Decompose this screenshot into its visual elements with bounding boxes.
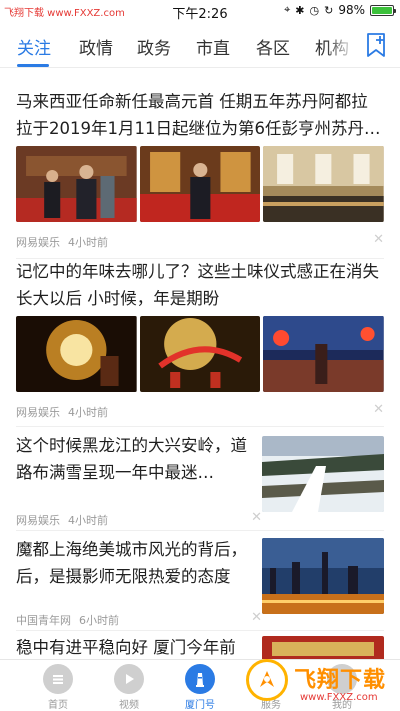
play-icon <box>114 664 144 694</box>
channel-tabs: 关注 政情 政务 市直 各区 机构 <box>0 24 400 68</box>
active-tab-indicator <box>17 64 49 67</box>
article-source: 中国青年网 <box>16 614 71 627</box>
article-image[interactable] <box>16 146 137 222</box>
rotation-lock-icon: ↻ <box>324 3 334 17</box>
article-meta: 中国青年网 6小时前 <box>16 612 119 628</box>
article-title[interactable]: 马来西亚任命新任最高元首 任期五年苏丹阿都拉拉于2019年1月11日起继位为第6… <box>16 88 384 142</box>
article-source: 网易娱乐 <box>16 406 60 419</box>
dismiss-icon[interactable]: ✕ <box>251 610 262 625</box>
tab-guanzhu[interactable]: 关注 <box>17 34 51 59</box>
logo-text: 飞翔下载 <box>294 668 387 693</box>
home-icon <box>43 664 73 694</box>
battery-percent: 98% <box>338 3 365 17</box>
article-thumbnail[interactable] <box>262 538 384 614</box>
nav-label: 厦门号 <box>185 700 215 711</box>
article-image[interactable] <box>139 316 261 392</box>
bluetooth-icon: ✱ <box>295 3 305 17</box>
article-meta: 网易娱乐 4小时前 <box>16 404 108 420</box>
article-images[interactable] <box>16 146 385 222</box>
lighthouse-icon <box>185 664 215 694</box>
article-title[interactable]: 这个时候黑龙江的大兴安岭，道路布满雪呈现一年中最迷… <box>16 432 248 486</box>
tab-gequ[interactable]: 各区 <box>256 34 290 59</box>
logo-watermark: 飞翔下载 www.FXXZ.com <box>240 656 400 711</box>
tab-zhengwu[interactable]: 政务 <box>137 34 171 59</box>
article-title[interactable]: 稳中有进平稳向好 厦门今年前 <box>16 634 248 660</box>
nav-label: 首页 <box>48 700 68 711</box>
article-time: 6小时前 <box>79 614 119 627</box>
article-title[interactable]: 记忆中的年味去哪儿了？这些土味仪式感正在消失 长大以后 小时候，年是期盼 <box>16 258 384 312</box>
logo-icon <box>246 659 288 701</box>
article-meta: 网易娱乐 4小时前 <box>16 234 108 250</box>
tab-zhengqing[interactable]: 政情 <box>79 34 113 59</box>
nav-label: 视频 <box>119 700 139 711</box>
news-feed[interactable]: 马来西亚任命新任最高元首 任期五年苏丹阿都拉拉于2019年1月11日起继位为第6… <box>0 70 400 660</box>
status-bar: 飞翔下载 www.FXXZ.com 下午2:26 ⌖ ✱ ◷ ↻ 98% <box>0 0 400 22</box>
article-source: 网易娱乐 <box>16 236 60 249</box>
article-time: 4小时前 <box>68 236 108 249</box>
nav-home[interactable]: 首页 <box>28 664 88 711</box>
battery-icon <box>370 4 396 16</box>
article-image[interactable] <box>16 316 137 392</box>
tab-shizhi[interactable]: 市直 <box>196 34 230 59</box>
article-image[interactable] <box>263 146 385 222</box>
article-image[interactable] <box>139 146 261 222</box>
dismiss-icon[interactable]: ✕ <box>373 232 384 247</box>
article-title[interactable]: 魔都上海绝美城市风光的背后，后，是摄影师无限热爱的态度 <box>16 536 248 590</box>
dismiss-icon[interactable]: ✕ <box>251 510 262 525</box>
nav-xiamen[interactable]: 厦门号 <box>170 664 230 711</box>
add-channel-icon[interactable] <box>364 32 388 58</box>
location-icon: ⌖ <box>284 3 291 16</box>
article-time: 4小时前 <box>68 406 108 419</box>
article-time: 4小时前 <box>68 514 108 527</box>
alarm-icon: ◷ <box>309 3 320 17</box>
logo-url: www.FXXZ.com <box>300 692 378 703</box>
article-images[interactable] <box>16 316 385 392</box>
status-right: ⌖ ✱ ◷ ↻ 98% <box>284 3 396 17</box>
article-meta: 网易娱乐 4小时前 <box>16 512 108 528</box>
article-thumbnail[interactable] <box>262 436 384 512</box>
nav-video[interactable]: 视频 <box>99 664 159 711</box>
article-source: 网易娱乐 <box>16 514 60 527</box>
article-image[interactable] <box>263 316 385 392</box>
dismiss-icon[interactable]: ✕ <box>373 402 384 417</box>
